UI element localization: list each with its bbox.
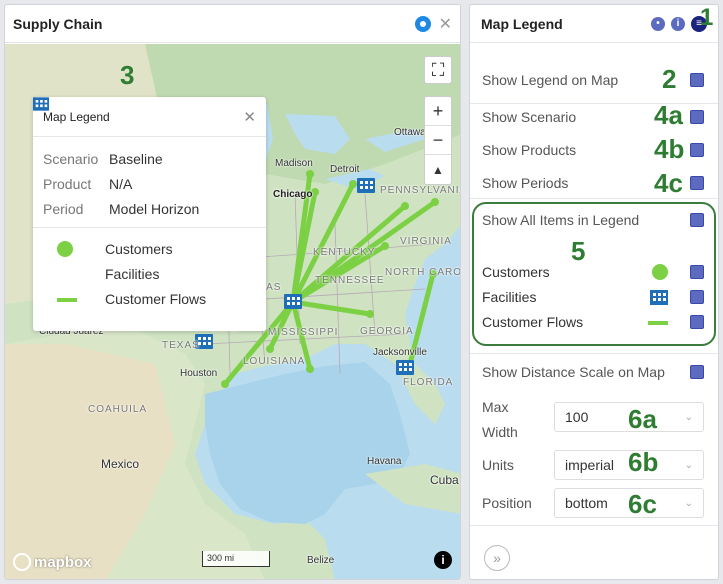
info-icon[interactable]: i <box>434 551 452 569</box>
facility-building-icon <box>33 97 49 111</box>
max-width-label: Max Width <box>482 395 518 445</box>
callout-number: 6a <box>628 404 657 434</box>
settings-panel-title: Map Legend <box>481 15 563 32</box>
zoom-out-button[interactable]: − <box>425 126 451 155</box>
flow-line-icon <box>57 297 77 302</box>
legend-row-key: Scenario <box>43 150 99 167</box>
chevron-down-icon: ⌄ <box>684 411 693 423</box>
max-width-label-line: Width <box>482 424 518 440</box>
compass-button[interactable]: ▲ <box>425 155 451 184</box>
legend-item-customer-flows: Customer Flows <box>33 286 266 311</box>
attribution-text: mapbox <box>34 553 92 571</box>
units-value: imperial <box>565 457 615 473</box>
map-label: GEORGIA <box>360 326 414 337</box>
map-legend-popup: Map Legend ✕ Scenario Baseline Product N… <box>33 97 266 331</box>
position-label: Position <box>482 495 532 511</box>
chevron-down-icon: ⌄ <box>684 459 693 471</box>
legend-item-label: Facilities <box>105 265 160 282</box>
legend-row-period: Period Model Horizon <box>33 196 266 221</box>
callout-number: 2 <box>662 64 677 94</box>
chevron-down-icon: ⌄ <box>684 497 693 509</box>
legend-row-value: Model Horizon <box>109 200 200 217</box>
legend-row-key: Product <box>43 175 92 192</box>
units-label: Units <box>482 457 514 473</box>
map-label: Madison <box>275 158 313 169</box>
close-icon[interactable]: ✕ <box>243 108 256 126</box>
distance-scale: 300 mi <box>202 551 270 567</box>
show-products-checkbox[interactable] <box>690 143 704 157</box>
map-label: Belize <box>307 555 335 566</box>
legend-item-facilities: Facilities <box>33 97 266 286</box>
map-legend-popup-header: Map Legend ✕ <box>33 97 266 137</box>
map-label: PENNSYLVANIA <box>380 185 461 196</box>
divider <box>470 525 718 526</box>
setting-label: Show Legend on Map <box>482 72 619 88</box>
map-panel: Supply Chain ✕ Ottawa Madison Detroit Ch… <box>4 4 461 580</box>
map-label: TENNESSEE <box>315 275 385 286</box>
max-width-value: 100 <box>565 409 589 425</box>
map-label: Jacksonville <box>373 347 427 358</box>
map-label: TEXAS <box>162 340 200 351</box>
setting-label: Show Distance Scale on Map <box>482 364 665 380</box>
legend-row-key: Period <box>43 200 84 217</box>
callout-number: 4c <box>654 168 683 198</box>
divider <box>470 353 718 354</box>
position-value: bottom <box>565 495 608 511</box>
info-icon[interactable]: i <box>671 16 685 31</box>
map-label: COAHUILA <box>88 404 148 415</box>
map-label: Mexico <box>101 457 140 471</box>
zoom-controls: + − ▲ <box>424 96 452 185</box>
zoom-in-button[interactable]: + <box>425 97 451 126</box>
legend-row-value: N/A <box>109 175 133 192</box>
show-legend-on-map-checkbox[interactable] <box>690 73 704 87</box>
mapbox-attribution[interactable]: mapbox <box>13 553 92 571</box>
map-label: Chicago <box>273 189 313 200</box>
show-scenario-checkbox[interactable] <box>690 110 704 124</box>
legend-row-value: Baseline <box>109 150 163 167</box>
callout-number: 1 <box>700 4 714 31</box>
pin-icon[interactable]: • <box>651 16 665 31</box>
location-pin-icon[interactable] <box>414 15 431 32</box>
legend-items-highlight <box>472 202 716 346</box>
map-label: LOUISIANA <box>243 356 306 367</box>
legend-item-customers: Customers <box>33 236 266 261</box>
legend-row-product: Product N/A <box>33 171 266 196</box>
settings-panel-header: Map Legend • i ≡ <box>470 5 718 43</box>
divider <box>470 198 718 199</box>
map-panel-title: Supply Chain <box>13 15 103 32</box>
map-label: NORTH CAROLINA <box>385 267 461 278</box>
map-label: VIRGINIA <box>400 236 452 247</box>
callout-number: 3 <box>120 60 135 90</box>
close-icon[interactable]: ✕ <box>439 14 452 34</box>
mapbox-logo-icon <box>13 553 31 571</box>
map-label: Detroit <box>330 164 360 175</box>
map-label: KENTUCKY <box>313 247 376 258</box>
customer-dot-icon <box>57 240 73 257</box>
callout-number: 6b <box>628 447 659 477</box>
divider <box>33 227 266 228</box>
show-periods-checkbox[interactable] <box>690 176 704 190</box>
map-label: Houston <box>180 368 218 379</box>
map-label: FLORIDA <box>403 377 454 388</box>
map-panel-header: Supply Chain ✕ <box>5 5 460 43</box>
show-distance-scale-row[interactable]: Show Distance Scale on Map <box>482 362 704 382</box>
callout-number: 5 <box>571 236 586 266</box>
callout-number: 6c <box>628 489 657 519</box>
max-width-label-line: Max <box>482 399 509 415</box>
legend-item-label: Customers <box>105 240 173 257</box>
callout-number: 4b <box>654 134 685 164</box>
legend-row-scenario: Scenario Baseline <box>33 146 266 171</box>
map-label: Havana <box>367 456 402 467</box>
collapse-panel-button[interactable]: » <box>484 545 510 571</box>
map-legend-popup-title: Map Legend <box>43 109 110 124</box>
map-canvas[interactable]: Ottawa Madison Detroit Chicago PENNSYLVA… <box>5 44 461 579</box>
map-label: Cuba <box>430 473 459 487</box>
show-distance-scale-checkbox[interactable] <box>690 365 704 379</box>
legend-item-label: Customer Flows <box>105 290 207 307</box>
map-label: MISSISSIPPI <box>268 327 339 338</box>
fullscreen-button[interactable]: ⛶ <box>424 56 452 84</box>
map-label: Ottawa <box>394 127 426 138</box>
callout-number: 4a <box>654 100 683 130</box>
